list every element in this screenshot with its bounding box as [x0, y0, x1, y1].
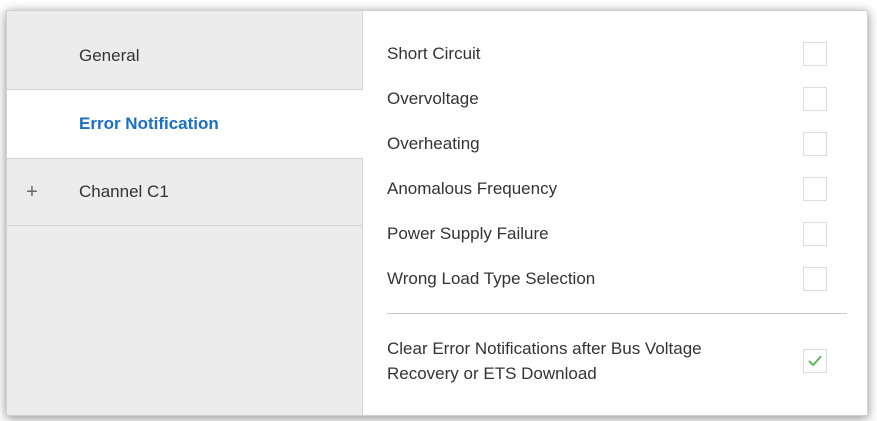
param-wrong-load-type: Wrong Load Type Selection [387, 259, 847, 299]
param-label: Wrong Load Type Selection [387, 269, 596, 288]
wrong-load-type-checkbox[interactable] [803, 267, 827, 291]
param-label: Clear Error Notifications after Bus Volt… [387, 336, 702, 386]
sidebar-item-general[interactable]: General [7, 22, 363, 90]
parameter-window: General Error Notification + Channel C1 … [6, 10, 868, 416]
overvoltage-checkbox[interactable] [803, 87, 827, 111]
clear-error-notifications-checkbox[interactable] [803, 349, 827, 373]
sidebar-item-error-notification[interactable]: Error Notification [7, 90, 364, 158]
sidebar: General Error Notification + Channel C1 [7, 11, 364, 415]
param-short-circuit: Short Circuit [387, 34, 847, 74]
expand-plus-icon[interactable]: + [25, 182, 39, 202]
power-supply-failure-checkbox[interactable] [803, 222, 827, 246]
sidebar-item-label: Channel C1 [79, 182, 169, 201]
short-circuit-checkbox[interactable] [803, 42, 827, 66]
param-label-line: Recovery or ETS Download [387, 364, 597, 383]
param-label: Power Supply Failure [387, 224, 549, 243]
param-overheating: Overheating [387, 124, 847, 164]
check-icon [808, 355, 822, 366]
param-label-line: Clear Error Notifications after Bus Volt… [387, 339, 702, 358]
parameter-panel: Short Circuit Overvoltage Overheating An… [363, 11, 867, 415]
param-label: Overvoltage [387, 89, 479, 108]
param-overvoltage: Overvoltage [387, 79, 847, 119]
param-power-supply-failure: Power Supply Failure [387, 214, 847, 254]
sidebar-item-channel-c1[interactable]: + Channel C1 [7, 158, 363, 226]
param-label: Short Circuit [387, 44, 481, 63]
param-label: Overheating [387, 134, 480, 153]
param-clear-error-notifications: Clear Error Notifications after Bus Volt… [387, 330, 847, 392]
param-label: Anomalous Frequency [387, 179, 558, 198]
separator [387, 313, 847, 314]
sidebar-item-label: Error Notification [79, 113, 219, 133]
param-anomalous-frequency: Anomalous Frequency [387, 169, 847, 209]
overheating-checkbox[interactable] [803, 132, 827, 156]
anomalous-frequency-checkbox[interactable] [803, 177, 827, 201]
sidebar-item-label: General [79, 45, 140, 65]
